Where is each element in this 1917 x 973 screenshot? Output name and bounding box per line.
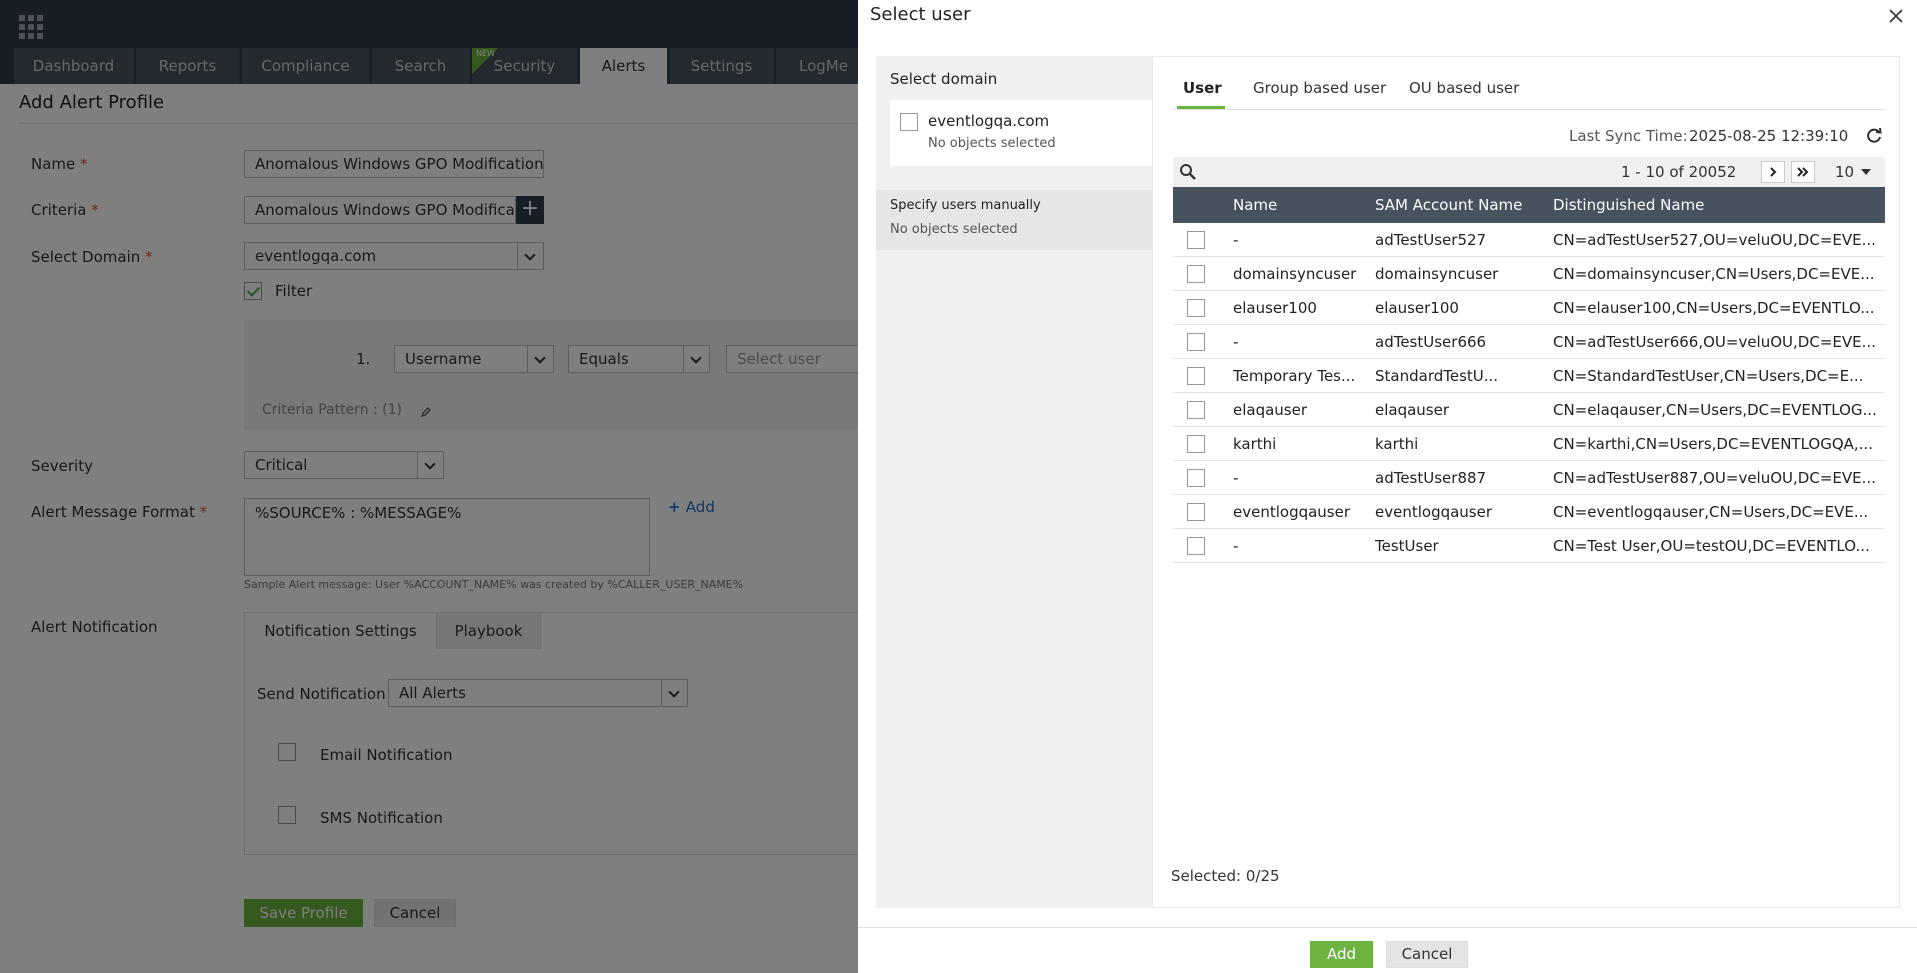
row-dn: CN=domainsyncuser,CN=Users,DC=EVE... [1553,265,1875,283]
last-sync-value: 2025-08-25 12:39:10 [1689,127,1849,145]
search-icon[interactable] [1179,163,1197,181]
refresh-icon[interactable] [1865,127,1883,145]
table-row[interactable]: elaqauser elaqauser CN=elaqauser,CN=User… [1173,393,1885,427]
row-name: - [1233,469,1239,487]
row-sam: TestUser [1375,537,1439,555]
last-page-button[interactable] [1791,161,1815,183]
table-row[interactable]: karthi karthi CN=karthi,CN=Users,DC=EVEN… [1173,427,1885,461]
user-list-panel: User Group based user OU based user Last… [1152,56,1900,908]
double-chevron-right-icon [1797,167,1809,177]
row-sam: elaqauser [1375,401,1450,419]
row-checkbox[interactable] [1187,265,1205,283]
selected-count: Selected: 0/25 [1171,867,1280,885]
row-name: karthi [1233,435,1277,453]
row-checkbox[interactable] [1187,299,1205,317]
row-dn: CN=eventlogqauser,CN=Users,DC=EVE... [1553,503,1869,521]
row-sam: elauser100 [1375,299,1459,317]
table-row[interactable]: eventlogqauser eventlogqauser CN=eventlo… [1173,495,1885,529]
domain-name: eventlogqa.com [928,112,1050,130]
last-sync-label: Last Sync Time: [1569,127,1688,145]
domain-panel: Select domain eventlogqa.com No objects … [876,56,1152,908]
row-name: eventlogqauser [1233,503,1351,521]
row-sam: karthi [1375,435,1419,453]
caret-down-icon[interactable] [1861,169,1871,175]
tab-ou-based-user[interactable]: OU based user [1409,79,1519,97]
row-dn: CN=StandardTestUser,CN=Users,DC=E... [1553,367,1864,385]
row-checkbox[interactable] [1187,537,1205,555]
row-name: - [1233,333,1239,351]
row-dn: CN=elaqauser,CN=Users,DC=EVENTLOG... [1553,401,1877,419]
row-name: elaqauser [1233,401,1308,419]
cancel-button[interactable]: Cancel [1386,941,1468,968]
table-row[interactable]: Temporary Tes... StandardTestU... CN=Sta… [1173,359,1885,393]
column-sam-account-name[interactable]: SAM Account Name [1375,187,1522,223]
table-row[interactable]: - TestUser CN=Test User,OU=testOU,DC=EVE… [1173,529,1885,563]
pager-range: 1 - 10 of 20052 [1621,163,1737,181]
row-sam: eventlogqauser [1375,503,1493,521]
tab-user[interactable]: User [1183,79,1222,97]
specify-users-manually[interactable]: Specify users manually No objects select… [876,190,1152,250]
column-distinguished-name[interactable]: Distinguished Name [1553,187,1704,223]
row-sam: adTestUser666 [1375,333,1487,351]
manual-status: No objects selected [890,222,1018,237]
close-icon[interactable] [1887,7,1905,25]
row-sam: StandardTestU... [1375,367,1499,385]
select-user-drawer: Select user Select domain eventlogqa.com… [858,0,1917,973]
table-toolbar: 1 - 10 of 20052 10 [1173,157,1885,187]
table-row[interactable]: elauser100 elauser100 CN=elauser100,CN=U… [1173,291,1885,325]
row-checkbox[interactable] [1187,435,1205,453]
row-checkbox[interactable] [1187,503,1205,521]
row-checkbox[interactable] [1187,231,1205,249]
table-row[interactable]: - adTestUser527 CN=adTestUser527,OU=velu… [1173,223,1885,257]
footer-divider [858,927,1917,928]
row-name: domainsyncuser [1233,265,1357,283]
active-tab-indicator [1177,106,1225,109]
row-checkbox[interactable] [1187,367,1205,385]
manual-heading: Specify users manually [890,198,1041,213]
row-dn: CN=adTestUser666,OU=veluOU,DC=EVE... [1553,333,1876,351]
add-button[interactable]: Add [1310,941,1373,968]
row-sam: domainsyncuser [1375,265,1499,283]
row-dn: CN=adTestUser887,OU=veluOU,DC=EVE... [1553,469,1876,487]
table-row[interactable]: - adTestUser887 CN=adTestUser887,OU=velu… [1173,461,1885,495]
tab-divider [1173,109,1885,110]
row-checkbox[interactable] [1187,401,1205,419]
drawer-title: Select user [870,4,971,25]
column-name[interactable]: Name [1233,187,1277,223]
domain-checkbox[interactable] [900,113,918,131]
table-row[interactable]: domainsyncuser domainsyncuser CN=domains… [1173,257,1885,291]
table-header: Name SAM Account Name Distinguished Name [1173,187,1885,223]
row-name: Temporary Tes... [1233,367,1356,385]
row-dn: CN=adTestUser527,OU=veluOU,DC=EVE... [1553,231,1876,249]
row-dn: CN=karthi,CN=Users,DC=EVENTLOGQA,... [1553,435,1873,453]
row-sam: adTestUser527 [1375,231,1487,249]
domain-item[interactable]: eventlogqa.com No objects selected [890,100,1152,166]
page-size-select[interactable]: 10 [1835,163,1854,181]
row-name: - [1233,231,1239,249]
select-domain-heading: Select domain [890,70,998,88]
table-row[interactable]: - adTestUser666 CN=adTestUser666,OU=velu… [1173,325,1885,359]
row-dn: CN=elauser100,CN=Users,DC=EVENTLO... [1553,299,1875,317]
row-sam: adTestUser887 [1375,469,1487,487]
tab-group-based-user[interactable]: Group based user [1253,79,1386,97]
row-name: elauser100 [1233,299,1317,317]
row-name: - [1233,537,1239,555]
row-checkbox[interactable] [1187,469,1205,487]
domain-status: No objects selected [928,136,1056,151]
chevron-right-icon [1770,167,1777,177]
row-checkbox[interactable] [1187,333,1205,351]
row-dn: CN=Test User,OU=testOU,DC=EVENTLO... [1553,537,1870,555]
next-page-button[interactable] [1761,161,1785,183]
